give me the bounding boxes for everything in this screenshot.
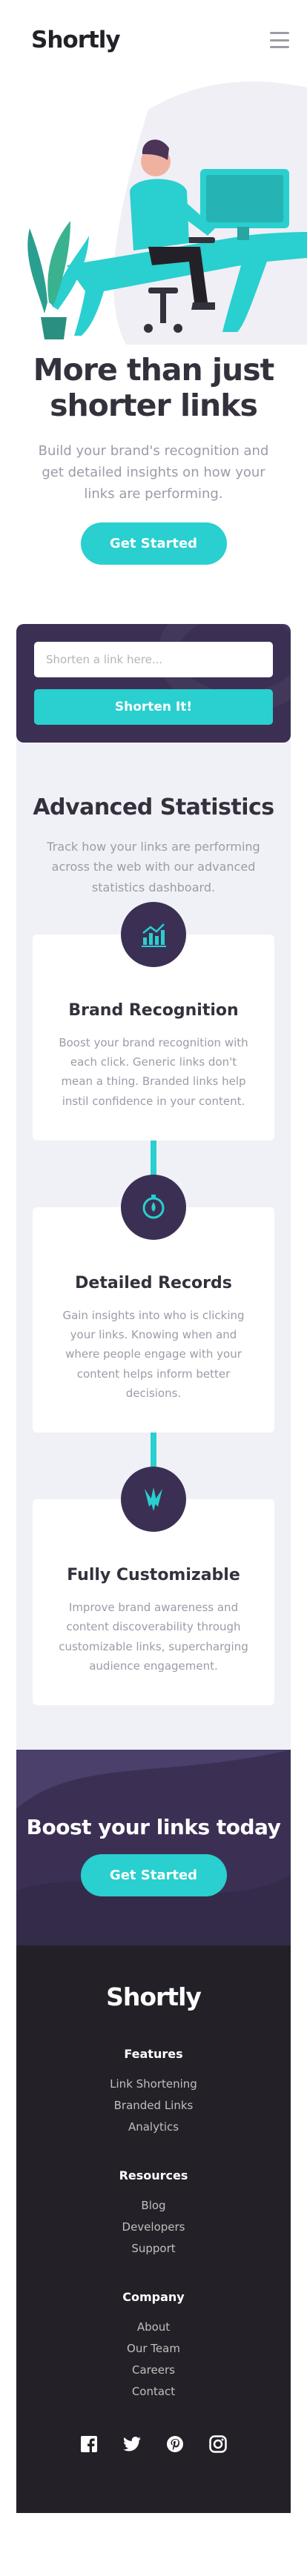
hamburger-icon[interactable] xyxy=(270,32,289,48)
hero-text: More than just shorter links Build your … xyxy=(0,352,307,565)
footer-column-resources: Resources Blog Developers Support xyxy=(16,2168,291,2254)
statistics-section: Advanced Statistics Track how your links… xyxy=(16,743,291,1750)
footer-link-careers[interactable]: Careers xyxy=(16,2365,291,2376)
footer-link-link-shortening[interactable]: Link Shortening xyxy=(16,2079,291,2090)
social-links xyxy=(16,2434,291,2454)
statistics-title: Advanced Statistics xyxy=(33,794,274,821)
logo[interactable]: Shortly xyxy=(31,27,121,53)
detailed-records-icon xyxy=(121,1174,186,1240)
boost-title: Boost your links today xyxy=(26,1815,281,1840)
footer-link-analytics[interactable]: Analytics xyxy=(16,2122,291,2133)
footer-link-blog[interactable]: Blog xyxy=(16,2200,291,2211)
boost-get-started-button[interactable]: Get Started xyxy=(80,1854,227,1897)
twitter-icon[interactable] xyxy=(122,2434,142,2454)
shorten-link-input[interactable] xyxy=(34,642,273,678)
pinterest-icon[interactable] xyxy=(165,2434,185,2454)
footer-link-branded-links[interactable]: Branded Links xyxy=(16,2100,291,2111)
shorten-it-button[interactable]: Shorten It! xyxy=(34,689,273,726)
hero-description: Build your brand's recognition and get d… xyxy=(38,442,269,502)
site-footer: Shortly Features Link Shortening Branded… xyxy=(16,1945,291,2514)
feature-card-detailed-records: Detailed Records Gain insights into who … xyxy=(33,1174,274,1433)
brand-recognition-icon xyxy=(121,901,186,967)
footer-heading: Resources xyxy=(119,2168,188,2183)
feature-card-fully-customizable: Fully Customizable Improve brand awarene… xyxy=(33,1467,274,1706)
instagram-icon[interactable] xyxy=(208,2434,228,2454)
fully-customizable-icon xyxy=(121,1467,186,1533)
footer-column-company: Company About Our Team Careers Contact xyxy=(16,2290,291,2397)
card-description: Improve brand awareness and content disc… xyxy=(59,1601,248,1673)
footer-link-support[interactable]: Support xyxy=(16,2243,291,2254)
footer-link-about[interactable]: About xyxy=(16,2322,291,2333)
card-title: Fully Customizable xyxy=(67,1566,240,1585)
page-bottom-padding xyxy=(0,2513,307,2520)
footer-heading: Features xyxy=(124,2047,183,2062)
hero-illustration xyxy=(0,80,307,345)
site-header: Shortly xyxy=(0,0,307,80)
footer-link-developers[interactable]: Developers xyxy=(16,2222,291,2233)
card-description: Boost your brand recognition with each c… xyxy=(59,1035,248,1108)
footer-link-contact[interactable]: Contact xyxy=(16,2386,291,2397)
card-description: Gain insights into who is clicking your … xyxy=(62,1308,245,1400)
get-started-button[interactable]: Get Started xyxy=(80,522,227,565)
footer-column-features: Features Link Shortening Branded Links A… xyxy=(16,2047,291,2133)
statistics-description: Track how your links are performing acro… xyxy=(47,840,260,894)
card-title: Detailed Records xyxy=(75,1273,232,1292)
footer-logo[interactable]: Shortly xyxy=(16,1982,291,2011)
boost-section: Boost your links today Get Started xyxy=(16,1750,291,1946)
feature-cards: Brand Recognition Boost your brand recog… xyxy=(16,901,291,1706)
card-title: Brand Recognition xyxy=(68,1000,239,1020)
hero-section: More than just shorter links Build your … xyxy=(0,80,307,565)
facebook-icon[interactable] xyxy=(79,2434,99,2454)
feature-card-brand-recognition: Brand Recognition Boost your brand recog… xyxy=(33,901,274,1141)
footer-link-our-team[interactable]: Our Team xyxy=(16,2343,291,2354)
hero-title: More than just shorter links xyxy=(33,352,274,424)
shortener-box: Shorten It! xyxy=(16,624,291,743)
footer-heading: Company xyxy=(122,2290,185,2305)
shortener-section: Shorten It! xyxy=(0,624,307,774)
